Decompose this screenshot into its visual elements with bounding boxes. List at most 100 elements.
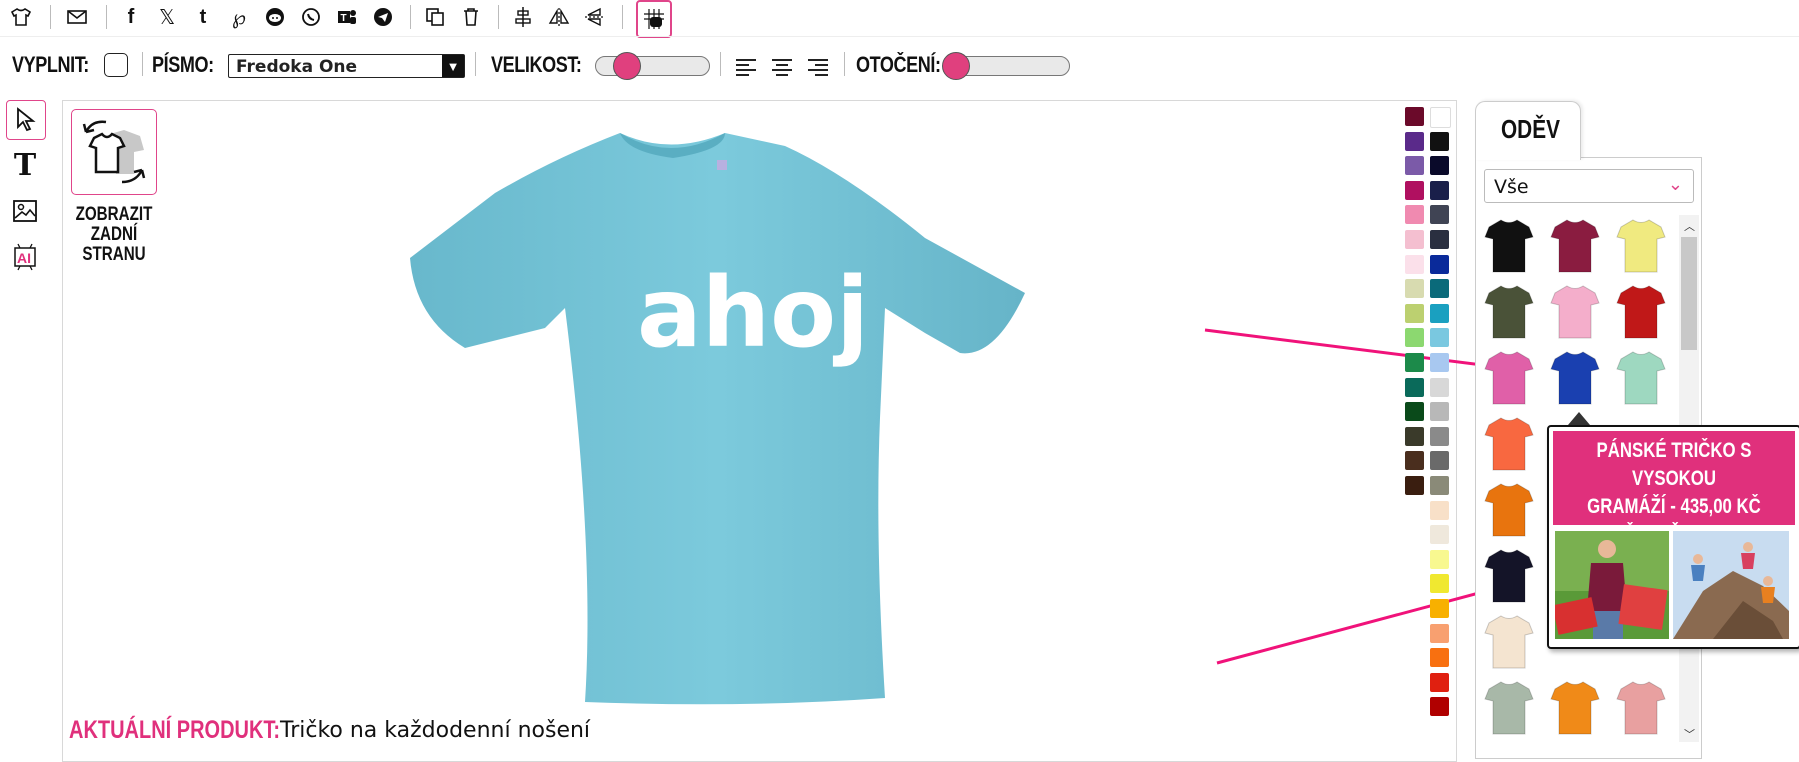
color-swatch[interactable] — [1405, 451, 1424, 471]
product-item[interactable] — [1615, 283, 1667, 341]
color-swatch[interactable] — [1405, 180, 1424, 200]
color-swatch[interactable] — [1430, 156, 1449, 176]
align-right-icon[interactable] — [808, 56, 830, 78]
color-swatch[interactable] — [1405, 377, 1424, 397]
text-tool[interactable]: T — [6, 146, 44, 184]
align-center-icon[interactable] — [510, 4, 536, 30]
color-swatch[interactable] — [1405, 279, 1424, 299]
show-back-button[interactable] — [71, 109, 157, 195]
color-swatch[interactable] — [1405, 303, 1424, 323]
product-tooltip: PÁNSKÉ TRIČKO S VYSOKOU GRAMÁŽÍ - 435,00… — [1547, 425, 1799, 649]
color-swatch[interactable] — [1430, 303, 1449, 323]
color-swatch[interactable] — [1430, 328, 1449, 348]
scroll-thumb[interactable] — [1681, 237, 1697, 350]
scroll-up-icon[interactable]: ︿ — [1684, 218, 1695, 234]
trash-icon[interactable] — [458, 4, 484, 30]
color-swatch[interactable] — [1405, 107, 1424, 126]
color-swatch[interactable] — [1430, 672, 1449, 692]
color-swatch[interactable] — [1430, 230, 1449, 249]
color-swatch[interactable] — [1430, 426, 1449, 446]
copy-icon[interactable] — [422, 4, 448, 30]
product-item[interactable] — [1483, 679, 1535, 737]
product-item[interactable] — [1549, 217, 1601, 275]
color-swatch[interactable] — [1405, 131, 1424, 151]
color-swatch[interactable] — [1405, 156, 1424, 176]
teams-icon[interactable]: T — [334, 4, 360, 30]
ai-tool[interactable]: AI — [6, 238, 44, 276]
product-item[interactable] — [1549, 679, 1601, 737]
select-tool[interactable] — [6, 100, 46, 140]
tab-clothing-label: ODĚV — [1501, 114, 1560, 144]
product-item[interactable] — [1483, 547, 1535, 605]
x-icon[interactable]: 𝕏 — [154, 4, 180, 30]
product-item[interactable] — [1483, 481, 1535, 539]
product-item[interactable] — [1615, 217, 1667, 275]
color-swatch[interactable] — [1430, 377, 1449, 397]
grid-icon[interactable] — [636, 0, 672, 38]
product-item[interactable] — [1549, 349, 1601, 407]
product-item[interactable] — [1549, 283, 1601, 341]
align-center-text-icon[interactable] — [772, 56, 794, 78]
color-swatch[interactable] — [1405, 476, 1424, 495]
tumblr-icon[interactable]: t — [190, 4, 216, 30]
flip-vertical-icon[interactable] — [582, 4, 608, 30]
facebook-icon[interactable]: f — [118, 4, 144, 30]
color-swatch[interactable] — [1430, 623, 1449, 643]
color-swatch[interactable] — [1430, 549, 1449, 569]
font-label: PÍSMO: — [152, 52, 214, 77]
reddit-icon[interactable] — [262, 4, 288, 30]
color-swatch[interactable] — [1405, 402, 1424, 422]
mail-icon[interactable] — [64, 4, 90, 30]
tab-clothing[interactable]: ODĚV — [1475, 101, 1581, 160]
color-swatch[interactable] — [1430, 402, 1449, 422]
tshirt-preview[interactable]: ahoj — [405, 118, 1045, 718]
color-swatch[interactable] — [1405, 205, 1424, 225]
color-swatch[interactable] — [1430, 205, 1449, 225]
color-swatch[interactable] — [1405, 426, 1424, 446]
color-swatch[interactable] — [1405, 328, 1424, 348]
color-swatch[interactable] — [1405, 230, 1424, 249]
color-swatch[interactable] — [1430, 697, 1449, 717]
product-item[interactable] — [1615, 679, 1667, 737]
font-select[interactable]: Fredoka One ▼ — [228, 54, 465, 78]
color-swatch[interactable] — [1430, 279, 1449, 299]
color-swatch[interactable] — [1405, 353, 1424, 372]
current-product-label: AKTUÁLNÍ PRODUKT: — [69, 716, 281, 744]
color-swatch[interactable] — [1430, 476, 1449, 495]
size-slider-thumb[interactable] — [613, 52, 641, 80]
color-swatch[interactable] — [1430, 254, 1449, 274]
product-item[interactable] — [1483, 349, 1535, 407]
color-swatch[interactable] — [1430, 525, 1449, 545]
color-swatch[interactable] — [1430, 180, 1449, 200]
image-tool[interactable] — [6, 192, 44, 230]
product-item[interactable] — [1483, 217, 1535, 275]
rotate-shirt-icon — [82, 120, 146, 184]
category-select[interactable]: Vše ⌄ — [1484, 169, 1694, 203]
pinterest-icon[interactable]: ℘ — [226, 4, 252, 30]
align-left-icon[interactable] — [736, 56, 758, 78]
chevron-down-icon: ▼ — [442, 55, 464, 77]
rotation-slider-thumb[interactable] — [942, 52, 970, 80]
whatsapp-icon[interactable] — [298, 4, 324, 30]
color-swatch[interactable] — [1430, 107, 1451, 128]
shirt-text[interactable]: ahoj — [637, 257, 869, 369]
product-item[interactable] — [1483, 283, 1535, 341]
color-swatch[interactable] — [1430, 353, 1449, 372]
tooltip-line-2: GRAMÁŽÍ - 435,00 KČ — [1587, 495, 1761, 518]
color-swatch[interactable] — [1430, 574, 1449, 594]
show-back-label: ZOBRAZIT ZADNÍ STRANU — [75, 204, 153, 265]
color-swatch[interactable] — [1430, 131, 1449, 151]
product-item[interactable] — [1615, 349, 1667, 407]
color-swatch[interactable] — [1430, 451, 1449, 471]
product-item[interactable] — [1483, 415, 1535, 473]
telegram-icon[interactable] — [370, 4, 396, 30]
color-swatch[interactable] — [1430, 599, 1449, 618]
tshirt-icon[interactable] — [8, 4, 34, 30]
color-swatch[interactable] — [1430, 500, 1449, 520]
fill-checkbox[interactable] — [104, 53, 128, 77]
color-swatch[interactable] — [1405, 254, 1424, 274]
product-item[interactable] — [1483, 613, 1535, 671]
color-swatch[interactable] — [1430, 648, 1449, 668]
flip-horizontal-icon[interactable] — [546, 4, 572, 30]
scroll-down-icon[interactable]: ﹀ — [1684, 726, 1695, 742]
